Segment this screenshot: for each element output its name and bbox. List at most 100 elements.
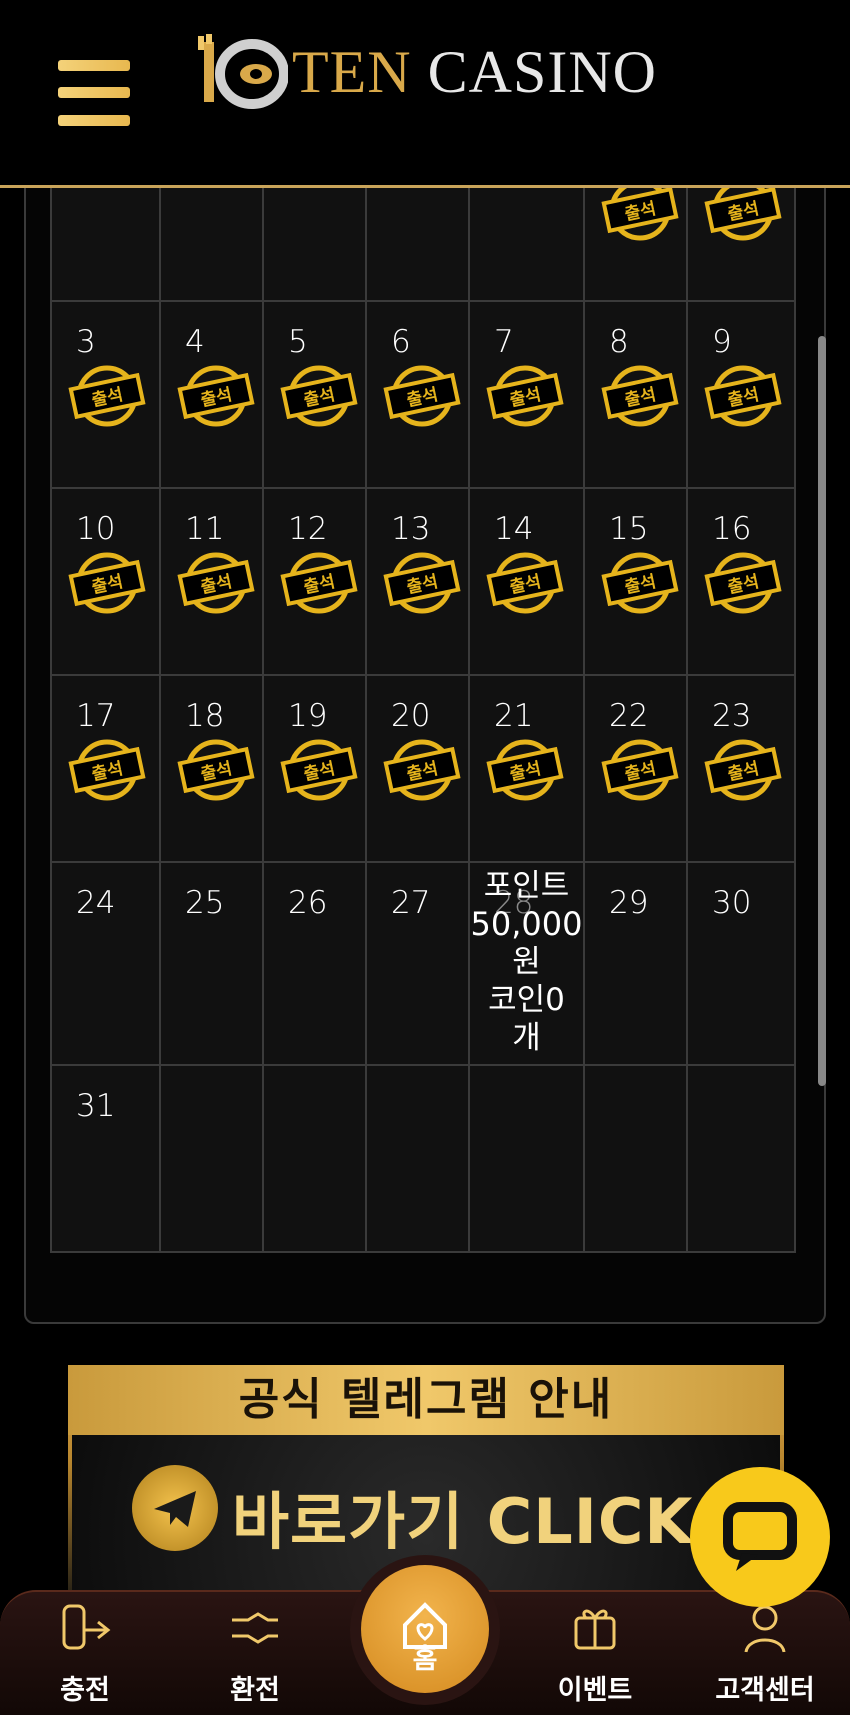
attendance-stamp-icon: 출석 — [177, 739, 255, 801]
attendance-stamp-icon: 출석 — [601, 365, 679, 427]
attendance-stamp-icon: 출석 — [68, 552, 146, 614]
scrollbar[interactable] — [818, 336, 826, 1086]
calendar-day-cell: 12 출석 — [262, 487, 367, 676]
calendar-day-cell: 15 출석 — [583, 487, 688, 676]
calendar-day-cell: 11 출석 — [159, 487, 264, 676]
telegram-plane-icon — [132, 1465, 218, 1551]
attendance-stamp-icon: 출석 — [601, 739, 679, 801]
calendar-day-cell — [686, 1064, 796, 1253]
reward-line: 원 — [512, 944, 541, 980]
menu-bar — [58, 60, 130, 71]
day-number: 31 — [76, 1088, 116, 1124]
day-number: 11 — [185, 511, 225, 547]
attendance-stamp-icon: 출석 — [383, 739, 461, 801]
menu-bar — [58, 115, 130, 126]
banner-cta: 바로가기 CLICK — [232, 1485, 694, 1558]
attendance-stamp-icon: 출석 — [704, 739, 782, 801]
calendar-day-cell: 13 출석 — [365, 487, 470, 676]
withdraw-icon — [232, 1612, 278, 1644]
day-number: 3 — [76, 324, 96, 360]
attendance-stamp-icon: 출석 — [383, 552, 461, 614]
chat-bubble-icon — [723, 1502, 797, 1571]
day-number: 19 — [288, 698, 328, 734]
calendar-day-cell: 20 출석 — [365, 674, 470, 863]
calendar-day-cell: 31 — [50, 1064, 161, 1253]
site-logo[interactable]: TEN CASINO — [196, 30, 666, 116]
reward-info: 포인트 50,000 원 코인0 개 — [470, 867, 583, 1057]
nav-label: 이벤트 — [557, 1675, 633, 1706]
logo-ten: TEN — [292, 39, 412, 105]
nav-deposit[interactable]: 충전 — [20, 1592, 150, 1715]
attendance-stamp-icon: 출석 — [177, 365, 255, 427]
chat-button[interactable] — [690, 1467, 830, 1607]
day-number: 18 — [185, 698, 225, 734]
day-number: 12 — [288, 511, 328, 547]
event-gift-icon — [574, 1609, 616, 1650]
attendance-stamp-icon: 출석 — [486, 365, 564, 427]
attendance-stamp-icon: 출석 — [486, 552, 564, 614]
calendar-day-cell: 4 출석 — [159, 300, 264, 489]
attendance-stamp-icon: 출석 — [68, 739, 146, 801]
header: TEN CASINO — [0, 0, 850, 188]
calendar-day-cell — [262, 1064, 367, 1253]
calendar-day-cell: 17 출석 — [50, 674, 161, 863]
reward-line: 50,000 — [470, 905, 583, 943]
reward-line: 코인0 — [488, 982, 565, 1018]
day-number: 20 — [391, 698, 431, 734]
day-number: 9 — [712, 324, 732, 360]
banner-title: 공식 텔레그램 안내 — [68, 1365, 784, 1435]
calendar-day-cell: 21 출석 — [468, 674, 585, 863]
menu-bar — [58, 87, 130, 98]
day-number: 5 — [288, 324, 308, 360]
calendar-day-cell: 3 출석 — [50, 300, 161, 489]
attendance-stamp-icon: 출석 — [486, 739, 564, 801]
nav-home-wrap: 홈 — [350, 1555, 500, 1715]
attendance-stamp-icon: 출석 — [68, 365, 146, 427]
day-number: 24 — [76, 885, 116, 921]
calendar-day-cell: 14 출석 — [468, 487, 585, 676]
calendar-day-cell — [365, 1064, 470, 1253]
calendar-day-cell: 6 출석 — [365, 300, 470, 489]
nav-customer-center[interactable]: 고객센터 — [700, 1592, 830, 1715]
calendar-day-cell — [583, 1064, 688, 1253]
attendance-stamp-icon: 출석 — [280, 365, 358, 427]
calendar-grid: 1출석2출석3출석4출석5출석6출석7출석8출석9출석10출석11출석12출석1… — [50, 152, 824, 1253]
calendar-day-cell — [159, 1064, 264, 1253]
calendar-day-cell: 24 — [50, 861, 161, 1066]
calendar-week-row: 31 — [50, 1064, 824, 1253]
calendar-day-cell: 26 — [262, 861, 367, 1066]
day-number: 10 — [76, 511, 116, 547]
calendar-day-cell: 8 출석 — [583, 300, 688, 489]
day-number: 27 — [391, 885, 431, 921]
attendance-stamp-icon: 출석 — [601, 552, 679, 614]
attendance-stamp-icon: 출석 — [177, 552, 255, 614]
day-number: 13 — [391, 511, 431, 547]
day-number: 6 — [391, 324, 411, 360]
calendar-day-cell: 9 출석 — [686, 300, 796, 489]
attendance-stamp-icon: 출석 — [383, 365, 461, 427]
calendar-day-cell: 29 — [583, 861, 688, 1066]
customer-service-icon — [744, 1605, 786, 1653]
calendar-day-cell: 18 출석 — [159, 674, 264, 863]
day-number: 17 — [76, 698, 116, 734]
calendar-week-row: 24 25 26 27 28 포인트 50,000 원 코인0 개 29 30 — [50, 861, 824, 1066]
nav-withdraw[interactable]: 환전 — [190, 1592, 320, 1715]
nav-event[interactable]: 이벤트 — [530, 1592, 660, 1715]
calendar-day-cell: 7 출석 — [468, 300, 585, 489]
day-number: 7 — [494, 324, 514, 360]
day-number: 23 — [712, 698, 752, 734]
day-number: 4 — [185, 324, 205, 360]
day-number: 29 — [609, 885, 649, 921]
calendar-day-cell: 10 출석 — [50, 487, 161, 676]
reward-line: 개 — [512, 1020, 541, 1056]
reward-line: 포인트 — [483, 868, 570, 904]
nav-home[interactable]: 홈 — [361, 1565, 489, 1693]
calendar-week-row: 3 출석 4 출석 5 출석 6 출석 7 출석 8 출석 9 출석 — [50, 300, 824, 489]
nav-label: 홈 — [412, 1644, 438, 1675]
calendar-day-cell: 5 출석 — [262, 300, 367, 489]
attendance-calendar: 1출석2출석3출석4출석5출석6출석7출석8출석9출석10출석11출석12출석1… — [24, 150, 826, 1324]
attendance-stamp-icon: 출석 — [280, 739, 358, 801]
hamburger-menu-icon[interactable] — [58, 60, 130, 126]
attendance-stamp-icon: 출석 — [704, 552, 782, 614]
day-number: 30 — [712, 885, 752, 921]
